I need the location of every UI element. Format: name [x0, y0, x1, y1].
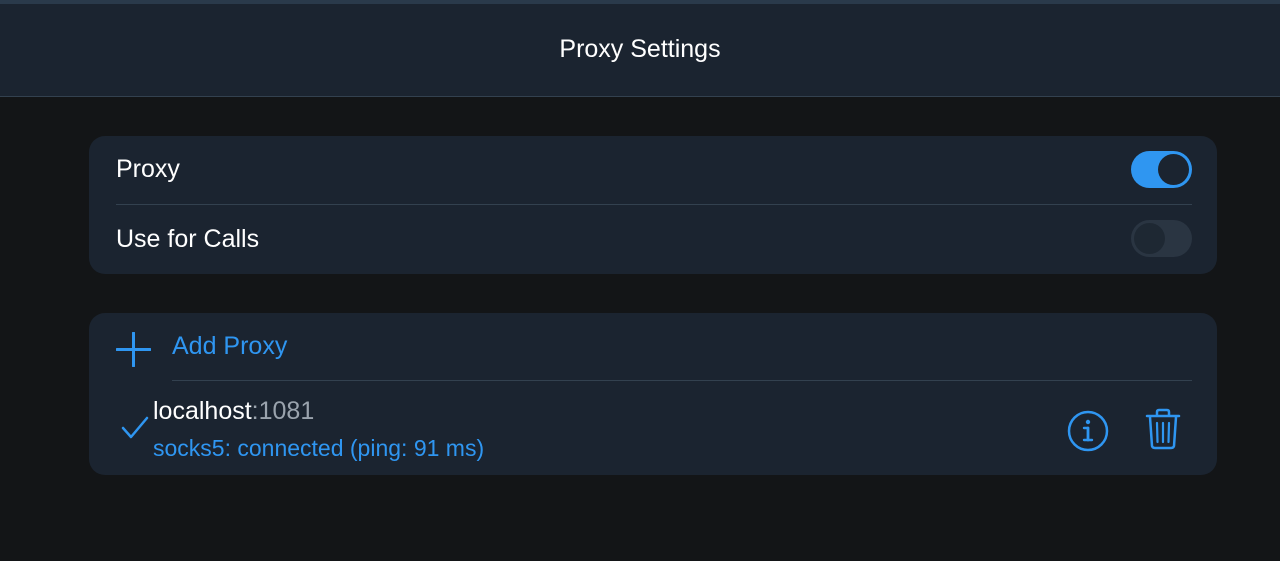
proxy-port: :1081: [251, 397, 315, 425]
proxy-host: localhost: [153, 397, 252, 425]
proxy-status: socks5: connected (ping: 91 ms): [153, 435, 485, 461]
navigation-header: Proxy Settings: [0, 4, 1280, 97]
checkmark-icon: [121, 416, 149, 440]
add-proxy-label: Add Proxy: [172, 332, 288, 360]
page-title: Proxy Settings: [559, 35, 721, 63]
proxy-address: localhost:1081: [153, 397, 314, 426]
proxy-toggle-switch[interactable]: [1131, 151, 1192, 188]
use-for-calls-label: Use for Calls: [116, 225, 260, 253]
row-divider: [116, 204, 1192, 205]
use-for-calls-knob: [1134, 223, 1165, 254]
trash-icon[interactable]: [1144, 407, 1182, 451]
proxy-toggle-label: Proxy: [116, 155, 180, 183]
proxy-list-card: Add Proxy localhost:1081 socks5: connect…: [89, 313, 1217, 475]
proxy-toggles-card: Proxy Use for Calls: [89, 136, 1217, 274]
row-divider: [172, 380, 1192, 381]
proxy-toggle-knob: [1158, 154, 1189, 185]
use-for-calls-switch[interactable]: [1131, 220, 1192, 257]
info-icon[interactable]: [1066, 409, 1110, 453]
plus-icon: [116, 332, 151, 367]
